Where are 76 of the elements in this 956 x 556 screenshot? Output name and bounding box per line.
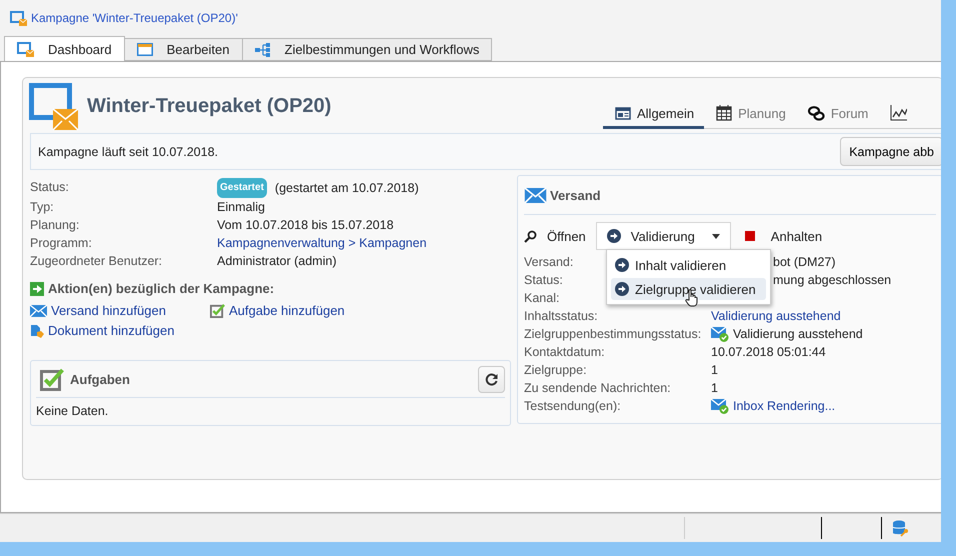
action-link[interactable]: Dokument hinzufügen xyxy=(30,322,210,339)
action-link[interactable]: Versand hinzufügen xyxy=(30,302,210,319)
caret-icon xyxy=(712,234,720,238)
field-value: Einmalig xyxy=(217,199,265,216)
field-value: (gestartet am 10.07.2018) xyxy=(274,180,419,197)
field-link[interactable]: Kampagnenverwaltung > Kampagnen xyxy=(217,234,427,252)
empty-text: Keine Daten. xyxy=(36,403,110,420)
refresh-button[interactable] xyxy=(478,366,505,392)
field-value: Administrator (admin) xyxy=(217,253,336,270)
newspaper-icon xyxy=(615,106,631,120)
arrow-circle-icon xyxy=(615,258,629,272)
field-label: Versand: xyxy=(524,254,574,271)
campaign-icon xyxy=(10,10,27,26)
field-label: Zielgruppe: xyxy=(524,362,587,379)
stop-icon xyxy=(744,231,755,241)
field-link[interactable]: Inbox Rendering... xyxy=(733,397,836,415)
field-label: Typ: xyxy=(30,199,54,216)
window-icon xyxy=(136,43,153,56)
window-title: Kampagne 'Winter-Treuepaket (OP20)' xyxy=(31,11,238,25)
envelope-check-icon xyxy=(711,326,729,342)
action-link[interactable]: Aufgabe hinzufügen xyxy=(210,302,390,319)
calendar-icon xyxy=(716,105,732,121)
field-value: mung abgeschlossen xyxy=(773,272,892,289)
checkbox-check-icon xyxy=(40,367,64,391)
field-value: bot (DM27) xyxy=(773,254,836,271)
tab[interactable]: Zielbestimmungen und Workflows xyxy=(242,38,492,61)
field-value: Vom 10.07.2018 bis 15.07.2018 xyxy=(217,217,394,234)
menu-item[interactable]: Zielgruppe validieren xyxy=(611,278,766,300)
field-label: Status: xyxy=(524,272,563,289)
nav-tab[interactable]: Allgemein xyxy=(603,105,704,129)
field-label: Testsendung(en): xyxy=(524,398,621,415)
field-label: Kanal: xyxy=(524,290,560,307)
envelope-check-icon xyxy=(711,398,729,414)
search-icon xyxy=(524,230,537,242)
field-label: Zugeordneter Benutzer: xyxy=(30,253,162,270)
stop-button[interactable]: Anhalten xyxy=(744,228,822,244)
line-chart-icon xyxy=(890,105,908,121)
field-label: Inhaltsstatus: xyxy=(524,308,598,325)
menu-item[interactable]: Inhalt validieren xyxy=(611,254,766,276)
database-key-icon xyxy=(892,520,909,536)
envelope-icon xyxy=(30,304,47,316)
field-label: Zielgruppenbestimmungsstatus: xyxy=(524,326,702,343)
open-button[interactable]: Öffnen xyxy=(524,228,586,244)
arrow-circle-icon xyxy=(615,282,629,296)
checkbox-check-icon xyxy=(210,303,225,318)
nav-tab[interactable]: Forum xyxy=(796,105,878,129)
field-label: Zu sendende Nachrichten: xyxy=(524,380,671,397)
refresh-icon xyxy=(485,372,498,386)
workflow-icon xyxy=(254,42,270,56)
field-value: 1 xyxy=(711,380,718,397)
campaign-title: Winter-Treuepaket (OP20) xyxy=(87,95,332,118)
campaign-icon xyxy=(17,42,34,56)
tab[interactable]: Bearbeiten xyxy=(124,38,242,61)
field-value: Validierung ausstehend xyxy=(733,326,863,343)
arrow-right-icon xyxy=(30,282,44,296)
tab[interactable]: Dashboard xyxy=(4,36,125,61)
envelope-icon xyxy=(524,188,547,202)
actions-heading: Aktion(en) bezüglich der Kampagne: xyxy=(48,281,274,296)
cancel-campaign-button[interactable]: Kampagne abb xyxy=(840,137,941,166)
field-label: Planung: xyxy=(30,217,80,234)
field-link[interactable]: Validierung ausstehend xyxy=(711,307,841,325)
document-tag-icon xyxy=(30,322,44,338)
field-value: 1 xyxy=(711,362,718,379)
campaign-icon xyxy=(29,82,79,130)
panel-title: Aufgaben xyxy=(70,372,131,386)
field-label: Programm: xyxy=(30,235,92,252)
field-value: 10.07.2018 05:01:44 xyxy=(711,344,826,361)
nav-tab[interactable]: Planung xyxy=(704,105,796,129)
arrow-circle-icon xyxy=(606,229,621,243)
status-badge: Gestartet xyxy=(217,178,267,198)
field-label: Kontaktdatum: xyxy=(524,344,605,361)
field-label: Status: xyxy=(30,179,69,196)
speech-bubbles-icon xyxy=(808,106,825,120)
validation-dropdown[interactable]: Validierung xyxy=(596,222,731,250)
panel-title: Versand xyxy=(550,188,602,202)
info-text: Kampagne läuft seit 10.07.2018. xyxy=(38,144,218,158)
